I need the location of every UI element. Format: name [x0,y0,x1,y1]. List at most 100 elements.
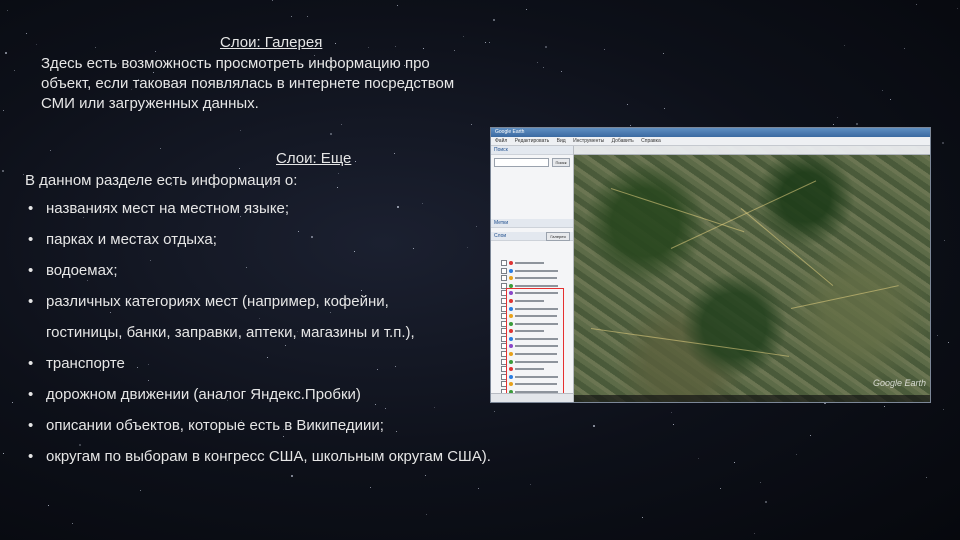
star [916,3,918,5]
star [340,123,342,125]
list-item: • округам по выборам в конгресс США, школ… [28,448,491,465]
google-earth-logo: Google Earth [872,378,926,388]
window-titlebar: Google Earth [491,128,930,137]
star [337,172,339,174]
list-item: • названиях мест на местном языке; [28,200,290,217]
layer-label-placeholder [515,269,558,272]
list-item: • парках и местах отдыха; [28,231,217,248]
star [425,474,427,476]
search-section-header[interactable]: Поиск [491,146,573,155]
star [335,42,337,44]
star [23,174,25,176]
list-item: • водоемах; [28,262,118,279]
star [663,52,665,54]
star [4,51,7,54]
star [544,45,547,48]
star [271,0,273,1]
star [160,148,162,150]
menu-item[interactable]: Инструменты [573,138,604,144]
list-item-continuation: гостиницы, банки, заправки, аптеки, мага… [46,324,415,341]
gallery-line: Здесь есть возможность просмотреть инфор… [41,55,430,72]
menu-item[interactable]: Справка [641,138,661,144]
star [944,239,946,241]
search-hint [491,170,573,180]
star [883,405,885,407]
layer-checkbox[interactable] [501,275,507,282]
star [306,15,308,17]
star [397,4,399,6]
layer-row[interactable] [501,274,569,282]
star [890,99,892,101]
star [844,44,846,46]
layer-icon [509,260,513,265]
search-button[interactable]: Поиск [552,158,570,167]
star [956,7,958,9]
star [370,487,372,489]
star [425,514,427,516]
star [937,334,939,336]
gallery-line: объект, если таковая появлялась в интерн… [41,75,455,92]
menu-bar: Файл Редактировать Вид Инструменты Добав… [491,137,930,146]
menu-item[interactable]: Редактировать [515,138,550,144]
star [530,484,532,486]
star [855,123,858,126]
menu-item[interactable]: Вид [557,138,566,144]
star [26,32,28,34]
search-row: Поиск [491,158,573,167]
list-item: • транспорте [28,355,125,372]
star [422,48,424,50]
layer-label-placeholder [515,284,558,287]
layers-section-header[interactable]: Слои Галерея [491,232,573,241]
layer-checkbox[interactable] [501,267,507,274]
menu-item[interactable]: Файл [495,138,507,144]
star [394,46,396,48]
star [471,123,473,125]
star [13,69,15,71]
star [809,434,811,436]
google-earth-screenshot: Google Earth Файл Редактировать Вид Инст… [490,127,931,403]
star [488,42,490,44]
star [454,49,456,51]
star [759,482,761,484]
star [537,62,539,64]
list-item: • дорожном движении (аналог Яндекс.Пробки… [28,386,361,403]
star [368,46,370,48]
star [948,341,950,343]
star [291,15,293,17]
star [734,461,736,463]
search-input[interactable] [494,158,549,167]
highlight-rectangle [506,288,564,402]
star [290,475,293,478]
star [754,533,756,535]
star [837,116,839,118]
places-section-header[interactable]: Метки [491,219,573,228]
star [720,487,722,489]
layer-label-placeholder [515,261,544,264]
layer-checkbox[interactable] [501,259,507,266]
star [72,523,74,525]
list-item: • описании объектов, которые есть в Викип… [28,417,384,434]
layer-row[interactable] [501,267,569,275]
menu-item[interactable]: Добавить [612,138,634,144]
star [833,123,835,125]
star [393,153,395,155]
gallery-button[interactable]: Галерея [546,232,570,241]
star [477,487,479,489]
star [140,489,142,491]
layer-row[interactable] [501,259,569,267]
satellite-map-view[interactable] [574,146,930,402]
search-results-area [491,185,573,219]
star [543,66,545,68]
star [795,453,797,455]
star [765,500,768,503]
star [337,186,339,188]
star [671,412,673,413]
star [2,109,4,111]
gallery-description: Здесь есть возможность просмотреть инфор… [41,54,501,114]
layer-icon [509,268,513,273]
star [526,8,528,10]
star [95,47,97,49]
star [942,142,945,145]
star [239,167,241,169]
sidebar-footer [491,393,573,402]
